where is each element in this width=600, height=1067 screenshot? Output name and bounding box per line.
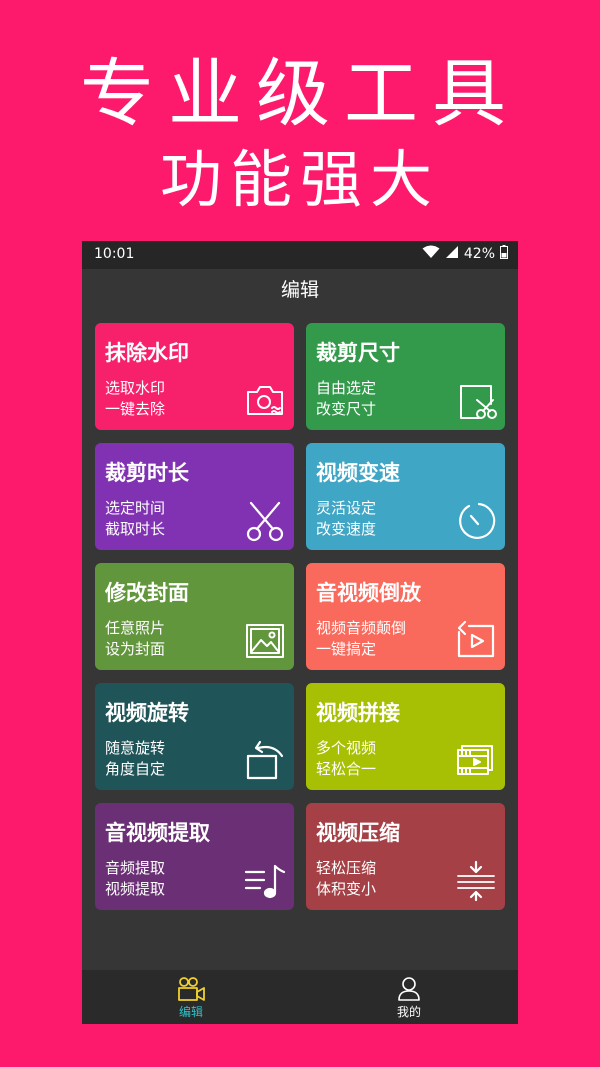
card-title: 抹除水印 [105,341,189,365]
card-desc-line2: 轻松合一 [316,760,377,778]
card-reverse-playback[interactable]: 音视频倒放 视频音频颠倒 一键搞定 [306,563,505,670]
card-desc-line1: 灵活设定 [316,499,377,517]
card-desc-line1: 选定时间 [105,499,166,517]
replay-icon [455,620,497,662]
nav-tab-edit[interactable]: 编辑 [82,970,300,1024]
video-stack-icon [455,740,497,782]
status-time: 10:01 [94,246,135,262]
card-title: 视频压缩 [316,821,400,845]
card-desc-line2: 体积变小 [316,880,377,898]
card-desc-line1: 多个视频 [316,739,377,757]
card-desc-line1: 选取水印 [105,379,166,397]
card-video-merge[interactable]: 视频拼接 多个视频 轻松合一 [306,683,505,790]
phone-screen: 10:01 42% 编辑 抹除水印 选取水印 一键去除 裁剪尺寸 自由选定 改变… [82,241,518,1024]
card-desc-line1: 随意旋转 [105,739,166,757]
card-title: 视频变速 [316,461,400,485]
card-desc-line2: 一键去除 [105,400,166,418]
cell-signal-icon [445,245,459,263]
card-change-cover[interactable]: 修改封面 任意照片 设为封面 [95,563,294,670]
bottom-nav: 编辑 我的 [82,970,518,1024]
card-desc-line1: 轻松压缩 [316,859,377,877]
card-remove-watermark[interactable]: 抹除水印 选取水印 一键去除 [95,323,294,430]
card-video-compress[interactable]: 视频压缩 轻松压缩 体积变小 [306,803,505,910]
camera-icon [244,380,286,422]
card-desc-line2: 改变速度 [316,520,377,538]
card-desc-line1: 音频提取 [105,859,166,877]
video-camera-icon [177,976,205,1002]
image-icon [244,620,286,662]
wifi-icon [422,245,440,263]
card-desc-line2: 设为封面 [105,640,166,658]
crop-scissors-icon [455,380,497,422]
card-desc-line1: 自由选定 [316,379,377,397]
card-desc-line2: 改变尺寸 [316,400,377,418]
nav-label-edit: 编辑 [178,1005,203,1019]
card-trim-duration[interactable]: 裁剪时长 选定时间 截取时长 [95,443,294,550]
status-bar: 10:01 42% [82,241,518,269]
nav-tab-mine[interactable]: 我的 [300,970,518,1024]
card-title: 修改封面 [105,581,189,605]
rotate-icon [244,740,286,782]
battery-percent: 42% [463,246,495,262]
card-desc-line2: 截取时长 [105,520,166,538]
compress-icon [455,860,497,902]
card-desc-line2: 视频提取 [105,880,166,898]
card-video-rotate[interactable]: 视频旋转 随意旋转 角度自定 [95,683,294,790]
promo-headline: 专业级工具 [80,51,520,137]
card-title: 裁剪尺寸 [316,341,400,365]
promo-subheadline: 功能强大 [159,143,440,216]
card-av-extract[interactable]: 音视频提取 音频提取 视频提取 [95,803,294,910]
scissors-icon [244,500,286,542]
card-title: 视频拼接 [316,701,400,725]
card-desc-line2: 角度自定 [105,760,166,778]
status-icons: 42% [422,245,508,263]
page-title: 编辑 [280,279,319,301]
card-title: 裁剪时长 [105,461,189,485]
card-title: 音视频提取 [105,821,210,845]
card-title: 音视频倒放 [316,581,421,605]
card-crop-size[interactable]: 裁剪尺寸 自由选定 改变尺寸 [306,323,505,430]
card-video-speed[interactable]: 视频变速 灵活设定 改变速度 [306,443,505,550]
nav-label-mine: 我的 [396,1005,421,1019]
battery-icon [500,245,508,263]
timer-icon [455,500,497,542]
card-desc-line1: 视频音频颠倒 [316,619,407,637]
card-title: 视频旋转 [105,701,189,725]
card-desc-line2: 一键搞定 [316,640,377,658]
user-icon [395,976,423,1002]
card-desc-line1: 任意照片 [105,619,166,637]
music-list-icon [244,860,286,902]
